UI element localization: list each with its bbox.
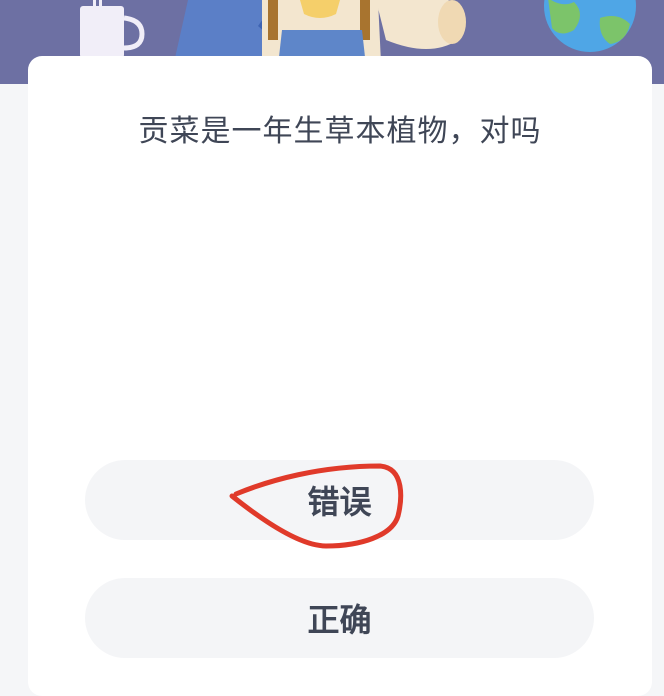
- option-button-wrong[interactable]: 错误: [85, 460, 594, 540]
- question-text: 贡菜是一年生草本植物，对吗: [138, 114, 542, 149]
- globe-icon: [544, 0, 636, 52]
- option-button-correct[interactable]: 正确: [85, 578, 594, 658]
- cup-icon: [80, 0, 145, 58]
